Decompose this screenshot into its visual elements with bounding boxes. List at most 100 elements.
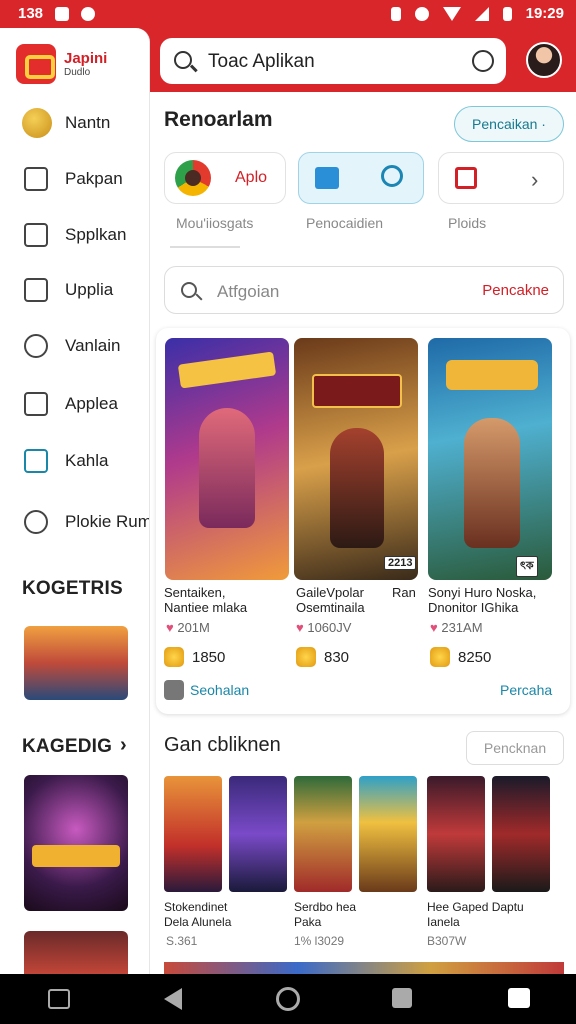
- brand[interactable]: Japini Dudlo: [16, 44, 107, 84]
- category-search[interactable]: [298, 152, 424, 204]
- game-thumbnail[interactable]: [492, 776, 550, 892]
- coin-icon: [22, 108, 52, 138]
- coin-icon: [430, 647, 450, 667]
- card-footer-left[interactable]: Seohalan: [164, 680, 249, 700]
- search-icon: [381, 165, 403, 187]
- game-price: 1850: [164, 647, 225, 667]
- game-cover[interactable]: ৎক: [428, 338, 552, 580]
- sidebar-thumbnail[interactable]: [24, 931, 128, 974]
- card-footer-link[interactable]: Seohalan: [190, 682, 249, 698]
- gallery-icon: [455, 167, 477, 189]
- monitor-icon: [24, 449, 48, 473]
- price-value: 8250: [458, 648, 492, 666]
- search-input[interactable]: Toac Aplikan: [208, 51, 315, 73]
- sidebar-thumbnail[interactable]: [24, 775, 128, 911]
- document-icon: [24, 223, 48, 247]
- game-price: 8250: [430, 647, 491, 667]
- sidebar-section-title[interactable]: KAGEDIG: [22, 736, 112, 758]
- sidebar-item-kahla[interactable]: Kahla: [0, 437, 149, 485]
- sidebar-item-label: Vanlain: [65, 336, 121, 355]
- sidebar-thumbnail[interactable]: [24, 626, 128, 700]
- game-thumbnail[interactable]: [359, 776, 417, 892]
- game-logo: [312, 374, 402, 408]
- section-pill-button[interactable]: Pencknan: [466, 731, 564, 765]
- page-title: Renoarlam: [164, 108, 273, 131]
- game-stat: 201M: [166, 620, 210, 635]
- game-thumbnail[interactable]: [229, 776, 287, 892]
- brand-name: Japini: [64, 50, 108, 67]
- hero-figure: [199, 408, 255, 528]
- game-stat: 1% l3029: [294, 934, 345, 948]
- secondary-search-input[interactable]: Atfgoian: [217, 282, 279, 302]
- game-stat: B307W: [427, 934, 467, 948]
- status-bar: 138 19:29: [0, 0, 576, 28]
- recents-icon[interactable]: [392, 988, 412, 1008]
- avatar[interactable]: [526, 42, 562, 78]
- sidebar-section-title: KOGETRIS: [22, 578, 123, 599]
- home-icon[interactable]: [276, 987, 300, 1011]
- sidebar-item-label: Applea: [65, 394, 118, 413]
- game-title: Serdbo hea Paka: [294, 900, 357, 929]
- card-footer-link-right[interactable]: Percaha: [500, 682, 552, 698]
- coin-icon: [296, 647, 316, 667]
- secondary-search[interactable]: Atfgoian Pencakne: [164, 266, 564, 314]
- price-value: 830: [324, 648, 350, 666]
- game-stat: 1060JV: [296, 620, 351, 635]
- sidebar-item-nantn[interactable]: Nantn: [0, 99, 149, 147]
- grid-icon: [24, 278, 48, 302]
- category-apps[interactable]: Aplo: [164, 152, 286, 204]
- message-icon: [81, 6, 96, 21]
- sidebar-item-upplia[interactable]: Upplia: [0, 266, 149, 314]
- chevron-right-icon[interactable]: ›: [120, 734, 127, 757]
- wifi-icon: [442, 6, 461, 21]
- sidebar-item-plokie[interactable]: Plokie Rumi: [0, 498, 149, 546]
- divider: [170, 246, 240, 248]
- status-time-right: 19:29: [525, 5, 564, 22]
- system-nav-bar: [0, 974, 576, 1024]
- battery-icon: [502, 6, 512, 21]
- brand-subtitle: Dudlo: [64, 67, 91, 78]
- category-more[interactable]: ›: [438, 152, 564, 204]
- file-icon: [24, 392, 48, 416]
- search-bar[interactable]: Toac Aplikan: [160, 38, 506, 84]
- hero-figure: [330, 428, 384, 548]
- filter-pill-button[interactable]: Pencaikan ·: [454, 106, 564, 142]
- game-cover[interactable]: 2213: [294, 338, 418, 580]
- game-title: Stokendinet Dela Alunela: [164, 900, 232, 929]
- back-icon[interactable]: [164, 988, 182, 1010]
- sidebar-item-label: Spplkan: [65, 225, 127, 244]
- camera-icon: [55, 6, 70, 21]
- game-stat: 231AM: [430, 620, 482, 635]
- game-thumbnail[interactable]: [164, 776, 222, 892]
- chevron-right-icon[interactable]: ›: [531, 167, 538, 193]
- sidebar-item-vanlain[interactable]: Vanlain: [0, 322, 149, 370]
- sidebar-item-label: Nantn: [65, 113, 111, 132]
- refresh-icon[interactable]: [472, 50, 494, 72]
- game-thumbnail[interactable]: [427, 776, 485, 892]
- sidebar-item-applea[interactable]: Applea: [0, 380, 149, 428]
- app-icon: [175, 160, 211, 196]
- search-action-link[interactable]: Pencakne: [482, 282, 549, 299]
- game-price: 830: [296, 647, 349, 667]
- signal-icon: [474, 6, 489, 21]
- game-title-extra: Ran: [392, 585, 416, 600]
- coin-icon: [164, 647, 184, 667]
- sidebar-item-spplkan[interactable]: Spplkan: [0, 211, 149, 259]
- sidebar: Japini Dudlo Nantn Pakpan Spplkan Upplia…: [0, 28, 150, 974]
- category-caption: Mou'iiosgats: [176, 215, 254, 231]
- thumbnail-icon: [164, 680, 184, 700]
- sidebar-item-label: Pakpan: [65, 169, 123, 188]
- wallet-icon[interactable]: [508, 988, 530, 1008]
- calendar-icon: [24, 167, 48, 191]
- game-thumbnail[interactable]: [294, 776, 352, 892]
- category-caption: Ploids: [448, 215, 487, 231]
- app-screen: 138 19:29 Toac Aplikan Renoarlam Pencaik…: [0, 0, 576, 1024]
- hero-figure: [464, 418, 520, 548]
- search-icon: [181, 282, 197, 298]
- game-cover[interactable]: [165, 338, 289, 580]
- price-value: 1850: [192, 648, 226, 666]
- sidebar-item-pakpan[interactable]: Pakpan: [0, 155, 149, 203]
- tag-icon: [24, 510, 48, 534]
- game-logo: [177, 351, 277, 389]
- calendar-icon[interactable]: [48, 989, 70, 1009]
